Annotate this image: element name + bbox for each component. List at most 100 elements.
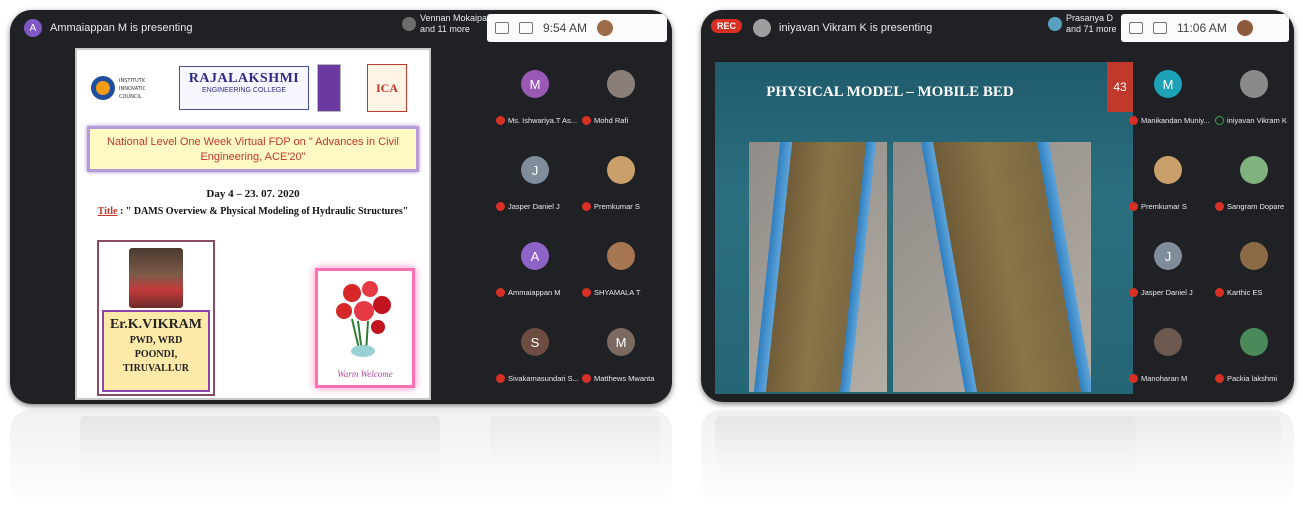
mic-off-icon bbox=[496, 202, 505, 211]
talk-title: Title : " DAMS Overview & Physical Model… bbox=[77, 206, 429, 217]
participant-photo bbox=[607, 70, 635, 98]
participant-name-row: Ammaiappan M bbox=[496, 288, 578, 297]
presenter-avatar: A bbox=[24, 19, 42, 37]
participant-avatar: S bbox=[521, 328, 549, 356]
meta-line2: and 71 more bbox=[1066, 24, 1117, 34]
speaker-card: Er.K.VIKRAM PWD, WRD POONDI, TIRUVALLUR bbox=[102, 310, 210, 392]
participant-tile[interactable]: iniyavan Vikram K bbox=[1211, 50, 1294, 138]
participant-tile[interactable]: Mohd Rafi bbox=[578, 50, 664, 138]
participant-tile[interactable]: M Manikandan Muniy... bbox=[1125, 50, 1211, 138]
reflection-right bbox=[701, 410, 1294, 505]
meta-line1: Prasanya D bbox=[1066, 13, 1114, 23]
participant-name-row: Mohd Rafi bbox=[582, 116, 664, 125]
participant-photo bbox=[607, 242, 635, 270]
participant-avatar: J bbox=[1154, 242, 1182, 270]
mic-off-icon bbox=[1129, 202, 1138, 211]
participant-name-row: Jasper Daniel J bbox=[496, 202, 578, 211]
participant-name: Sangram Dopare bbox=[1227, 202, 1285, 211]
participant-tile[interactable]: M Ms. Ishwariya.T As... bbox=[492, 50, 578, 138]
speaker-line3: POONDI, bbox=[134, 349, 178, 360]
participant-tile[interactable]: M Matthews Mwanta bbox=[578, 308, 664, 396]
participant-tile[interactable]: S Sivakamasundari S... bbox=[492, 308, 578, 396]
participant-tile[interactable]: Sangram Dopare bbox=[1211, 136, 1294, 224]
participant-name-row: Packia lakshmi bbox=[1215, 374, 1294, 383]
participant-tile[interactable]: Premkumar S bbox=[1125, 136, 1211, 224]
participant-name-row: Karthic ES bbox=[1215, 288, 1294, 297]
emblem-logo bbox=[317, 64, 341, 112]
status-bar: 9:54 AM bbox=[487, 14, 667, 42]
reflection-left bbox=[10, 410, 672, 505]
participants-summary[interactable]: Prasanya D and 71 more bbox=[1048, 13, 1117, 35]
signal-icon bbox=[1129, 22, 1143, 34]
top-bar: REC iniyavan Vikram K is presenting Pras… bbox=[701, 10, 1294, 46]
participant-name-row: Sangram Dopare bbox=[1215, 202, 1294, 211]
participant-name-row: Matthews Mwanta bbox=[582, 374, 664, 383]
presenter-info[interactable]: A Ammaiappan M is presenting bbox=[24, 19, 192, 37]
participant-name: Manikandan Muniy... bbox=[1141, 116, 1210, 125]
welcome-text: Warm Welcome bbox=[337, 369, 393, 379]
college-logo: RAJALAKSHMI ENGINEERING COLLEGE bbox=[179, 66, 309, 110]
participant-tile[interactable]: J Jasper Daniel J bbox=[492, 136, 578, 224]
participant-tile[interactable]: Karthic ES bbox=[1211, 222, 1294, 310]
participant-name: Ammaiappan M bbox=[508, 288, 561, 297]
mic-off-icon bbox=[582, 288, 591, 297]
flower-bouquet-icon bbox=[336, 281, 391, 357]
fdp-banner: National Level One Week Virtual FDP on "… bbox=[87, 126, 419, 172]
participants-summary[interactable]: Vennan Mokaipani and 11 more bbox=[402, 13, 494, 35]
top-bar: A Ammaiappan M is presenting Vennan Moka… bbox=[10, 10, 672, 46]
participant-photo bbox=[1240, 70, 1268, 98]
self-avatar[interactable] bbox=[597, 20, 614, 36]
participant-name: SHYAMALA T bbox=[594, 288, 641, 297]
presenter-label: Ammaiappan M is presenting bbox=[50, 22, 193, 34]
svg-text:INSTITUTION'S: INSTITUTION'S bbox=[119, 78, 145, 84]
meta-line2: and 11 more bbox=[420, 24, 470, 34]
participant-avatar: M bbox=[521, 70, 549, 98]
presenter-avatar bbox=[753, 19, 771, 37]
participant-tile[interactable]: Manoharan M bbox=[1125, 308, 1211, 396]
logo-row: INSTITUTION'S INNOVATION COUNCIL RAJALAK… bbox=[89, 64, 417, 112]
participant-photo bbox=[1240, 156, 1268, 184]
shared-slide: INSTITUTION'S INNOVATION COUNCIL RAJALAK… bbox=[75, 48, 431, 400]
svg-text:COUNCIL: COUNCIL bbox=[119, 94, 142, 100]
participant-name: Premkumar S bbox=[1141, 202, 1187, 211]
recording-badge: REC bbox=[711, 19, 743, 33]
mic-off-icon bbox=[1129, 116, 1138, 125]
participant-name: Jasper Daniel J bbox=[1141, 288, 1193, 297]
participant-name-row: iniyavan Vikram K bbox=[1215, 116, 1294, 125]
shared-slide: PHYSICAL MODEL – MOBILE BED 43 bbox=[715, 62, 1133, 394]
mic-off-icon bbox=[1129, 374, 1138, 383]
presenter-label: iniyavan Vikram K is presenting bbox=[779, 22, 933, 34]
self-avatar[interactable] bbox=[1236, 20, 1253, 36]
speaker-box: Er.K.VIKRAM PWD, WRD POONDI, TIRUVALLUR bbox=[97, 240, 215, 396]
participant-name: iniyavan Vikram K bbox=[1227, 116, 1287, 125]
participant-name-row: Manoharan M bbox=[1129, 374, 1211, 383]
speaker-line4: TIRUVALLUR bbox=[123, 363, 189, 374]
participant-name: Matthews Mwanta bbox=[594, 374, 655, 383]
participant-tile[interactable]: J Jasper Daniel J bbox=[1125, 222, 1211, 310]
participant-tile[interactable]: Premkumar S bbox=[578, 136, 664, 224]
mobile-bed-photo-2 bbox=[893, 142, 1091, 392]
participant-name: Packia lakshmi bbox=[1227, 374, 1278, 383]
participant-tile[interactable]: Packia lakshmi bbox=[1211, 308, 1294, 396]
meet-window-right: REC iniyavan Vikram K is presenting Pras… bbox=[701, 10, 1294, 402]
mic-off-icon bbox=[582, 202, 591, 211]
chat-icon[interactable] bbox=[519, 22, 533, 34]
chat-icon[interactable] bbox=[1153, 22, 1167, 34]
college-name: RAJALAKSHMI bbox=[188, 71, 300, 86]
participant-photo bbox=[607, 156, 635, 184]
participant-thumb bbox=[1048, 17, 1062, 31]
participant-name: Sivakamasundari S... bbox=[508, 374, 578, 383]
slide-title: PHYSICAL MODEL – MOBILE BED bbox=[766, 84, 1014, 100]
participant-tile[interactable]: A Ammaiappan M bbox=[492, 222, 578, 310]
presenter-info[interactable]: iniyavan Vikram K is presenting bbox=[753, 19, 932, 37]
participant-thumb bbox=[402, 17, 416, 31]
meet-window-left: A Ammaiappan M is presenting Vennan Moka… bbox=[10, 10, 672, 404]
mic-off-icon bbox=[1215, 288, 1224, 297]
participant-name: Premkumar S bbox=[594, 202, 640, 211]
mobile-bed-photo-1 bbox=[749, 142, 887, 392]
mic-off-icon bbox=[1215, 374, 1224, 383]
participant-avatar: M bbox=[607, 328, 635, 356]
participant-tile[interactable]: SHYAMALA T bbox=[578, 222, 664, 310]
college-sub: ENGINEERING COLLEGE bbox=[201, 87, 287, 94]
screenshot-collage: A Ammaiappan M is presenting Vennan Moka… bbox=[0, 0, 1303, 509]
